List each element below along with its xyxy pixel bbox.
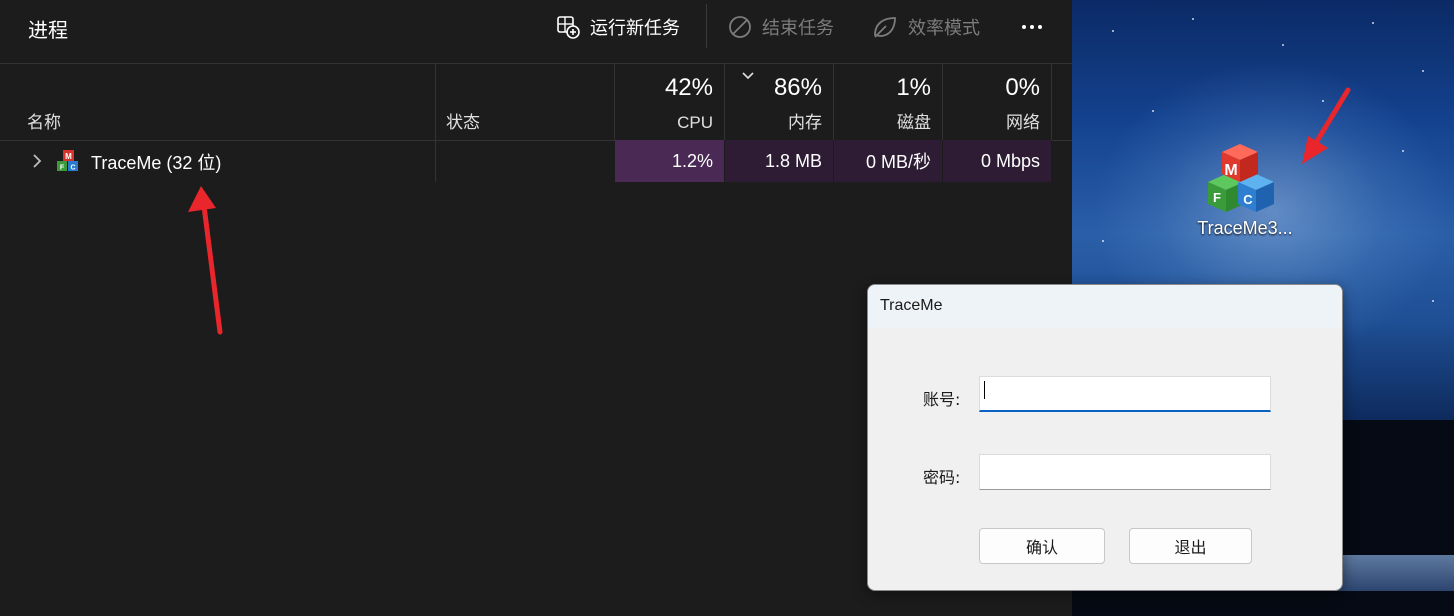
password-input[interactable] [979,454,1271,490]
efficiency-mode-button[interactable]: 效率模式 [872,10,980,44]
memory-label: 内存 [788,113,822,132]
toolbar-divider [706,4,707,48]
process-cpu-cell: 1.2% [615,140,725,182]
confirm-button[interactable]: 确认 [979,528,1105,564]
more-dot [1030,25,1034,29]
svg-text:M: M [65,152,72,161]
star [1432,300,1434,302]
account-label: 账号: [923,390,961,409]
column-status-label: 状态 [446,113,480,132]
leaf-icon [874,17,896,38]
svg-text:C: C [1243,192,1253,207]
svg-text:F: F [60,165,65,172]
svg-text:F: F [1213,190,1221,205]
svg-text:M: M [1224,162,1237,179]
star [1112,30,1114,32]
annotation-arrow-icon [1302,87,1351,164]
process-memory-cell: 1.8 MB [725,140,834,182]
block-icon [729,16,751,38]
sort-chevron-icon [742,72,754,80]
run-new-task-label: 运行新任务 [590,18,680,38]
column-name-label: 名称 [27,113,61,132]
process-status-cell [436,140,615,182]
memory-percent: 86% [773,74,822,101]
disk-percent: 1% [896,74,931,101]
cpu-label: CPU [677,113,713,132]
network-label: 网络 [1006,113,1040,132]
page-title: 进程 [28,20,68,42]
more-dots-icon [1022,25,1026,29]
star [1192,18,1194,20]
disk-label: 磁盘 [897,113,931,132]
cpu-percent: 42% [664,74,713,101]
star [1152,110,1154,112]
processes-header: 进程 运行新任务 结束任务 效率模式 [0,0,1072,62]
process-name-cell[interactable]: M F C TraceMe (32 位) [0,140,436,182]
process-network-cell: 0 Mbps [943,140,1052,182]
more-options-button[interactable] [1016,16,1048,38]
traceme-desktop-icon[interactable]: M F C [1198,142,1282,214]
annotation-arrow-icon [188,186,223,335]
run-new-task-button[interactable]: 运行新任务 [556,10,680,44]
star [1372,22,1374,24]
star [1282,44,1284,46]
end-task-label: 结束任务 [762,18,834,38]
more-dot [1038,25,1042,29]
process-disk-cell: 0 MB/秒 [834,140,943,182]
svg-text:C: C [70,165,75,172]
new-task-icon [557,16,580,39]
network-percent: 0% [1005,74,1040,101]
dialog-titlebar[interactable]: TraceMe [868,285,1342,328]
star [1402,150,1404,152]
efficiency-mode-label: 效率模式 [908,18,980,38]
column-status[interactable]: 状态 [436,64,615,140]
login-dialog: TraceMe 账号: 密码: 确认 退出 [867,284,1343,591]
column-network[interactable]: 0% 网络 [943,64,1052,140]
table-row[interactable]: M F C TraceMe (32 位) 1.2% 1.8 MB 0 MB/秒 … [0,140,1052,182]
password-label: 密码: [923,468,961,487]
dialog-title: TraceMe [880,297,943,314]
star [1422,70,1424,72]
exit-button[interactable]: 退出 [1129,528,1252,564]
text-caret [984,381,985,399]
mfc-app-icon: M F C [57,150,78,172]
star [1102,240,1104,242]
account-input[interactable] [979,376,1271,412]
column-header-row: 名称 状态 42% CPU 86% 内存 1% 磁盘 0% 网络 [0,63,1072,141]
chevron-right-icon[interactable] [30,153,44,169]
column-disk[interactable]: 1% 磁盘 [834,64,943,140]
process-name: TraceMe (32 位) [91,153,222,173]
column-name[interactable]: 名称 [0,64,436,140]
end-task-button[interactable]: 结束任务 [728,10,834,44]
desktop-icon-label[interactable]: TraceMe3... [1180,218,1310,239]
column-cpu[interactable]: 42% CPU [615,64,725,140]
